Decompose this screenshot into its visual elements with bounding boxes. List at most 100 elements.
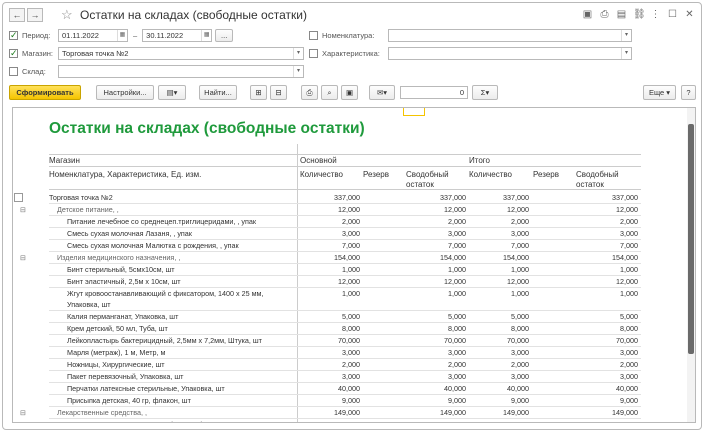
collapse-groups-icon[interactable]: ⊟ xyxy=(270,85,287,100)
item-row[interactable]: Жгут кровоостанавливающий с фиксатором, … xyxy=(13,288,641,310)
item-row[interactable]: Бинт эластичный, 2,5м х 10см, шт 12,000 12… xyxy=(13,276,641,287)
value-cell: 5,000 xyxy=(448,312,466,321)
nomenclature-cell: Бинт стерильный, 5смх10см, шт xyxy=(67,265,175,274)
sum-mode-button[interactable]: Σ▾ xyxy=(472,85,498,100)
menu-icon[interactable]: ⋮ xyxy=(650,9,661,20)
nomenclature-checkbox[interactable] xyxy=(309,31,318,40)
tree-collapse-icon[interactable]: ⊟ xyxy=(20,252,26,263)
item-row[interactable]: Присыпка детская, 40 гр, флакон, шт 9,000… xyxy=(13,395,641,406)
maximize-icon[interactable]: ☐ xyxy=(667,9,678,20)
item-row[interactable]: Пакет перевязочный, Упаковка, шт 3,000 3,0… xyxy=(13,371,641,382)
subgroup-row[interactable]: Детское питание, , 12,000 12,000 12,000 12,0… xyxy=(13,204,641,215)
item-row[interactable]: Крем детский, 50 мл, Туба, шт 8,000 8,000 8… xyxy=(13,323,641,334)
nomenclature-cell: Изделия медицинского назначения, , xyxy=(57,253,181,262)
value-cell: 9,000 xyxy=(511,396,529,405)
characteristic-checkbox[interactable] xyxy=(309,49,318,58)
save-icon[interactable]: ▣ xyxy=(341,85,358,100)
warehouse-row: Склад: ▾ xyxy=(9,65,304,78)
nomenclature-field[interactable]: ▾ xyxy=(388,29,632,42)
store-field[interactable]: Торговая точка №2 ▾ xyxy=(58,47,304,60)
preview-icon[interactable]: ⌕ xyxy=(321,85,338,100)
item-row[interactable]: Питание лечебное со среднецеп.триглицери… xyxy=(13,216,641,227)
email-icon[interactable]: ✉▾ xyxy=(369,85,395,100)
tree-collapse-icon[interactable]: ⊟ xyxy=(20,407,26,418)
expand-groups-icon[interactable]: ⊞ xyxy=(250,85,267,100)
nomenclature-cell: Смесь сухая молочная Малютка с рождения,… xyxy=(67,241,239,250)
close-icon[interactable]: ✕ xyxy=(684,9,695,20)
chevron-down-icon[interactable]: ▾ xyxy=(293,66,303,77)
value-cell: 9,000 xyxy=(448,396,466,405)
value-cell: 5,000 xyxy=(576,419,638,422)
nomenclature-cell: Калия перманганат, Упаковка, шт xyxy=(67,312,179,321)
value-cell: 154,000 xyxy=(503,253,529,262)
subgroup-row[interactable]: Лекарственные средства, , 149,000 149,000 1… xyxy=(13,407,641,418)
store-checkbox[interactable]: ✓ xyxy=(9,49,18,58)
item-row[interactable]: Перчатки латексные стерильные, Упаковка,… xyxy=(13,383,641,394)
warehouse-field[interactable]: ▾ xyxy=(58,65,304,78)
item-row[interactable]: Смесь сухая молочная Лазаня, , упак 3,000… xyxy=(13,228,641,239)
variants-button[interactable]: ▤▾ xyxy=(158,85,186,100)
period-to-field[interactable]: 30.11.2022 ▦ xyxy=(142,29,213,42)
nomenclature-cell: Аммиака раствор, 40мл, 10%, флакон, флак xyxy=(67,419,215,422)
value-cell: 1,000 xyxy=(342,289,360,298)
calendar-icon[interactable]: ▦ xyxy=(117,30,127,41)
tree-toggle-icon[interactable] xyxy=(14,193,23,202)
settings-button[interactable]: Настройки... xyxy=(96,85,154,100)
tree-collapse-icon[interactable]: ⊟ xyxy=(20,204,26,215)
back-button[interactable]: ← xyxy=(9,8,25,22)
value-cell: 149,000 xyxy=(612,408,638,417)
chevron-down-icon[interactable]: ▾ xyxy=(621,30,631,41)
item-row[interactable]: Смесь сухая молочная Малютка с рождения,… xyxy=(13,240,641,251)
group-row[interactable]: Торговая точка №2 337,000 337,000 337,000 33… xyxy=(13,192,641,203)
more-label: Еще xyxy=(648,88,665,97)
nomenclature-cell: Крем детский, 50 мл, Туба, шт xyxy=(67,324,168,333)
scrollbar-thumb[interactable] xyxy=(688,124,694,354)
subgroup-row[interactable]: Изделия медицинского назначения, , 154,00… xyxy=(13,252,641,263)
value-cell: 3,000 xyxy=(511,229,529,238)
value-cell: 2,000 xyxy=(511,360,529,369)
header-line xyxy=(49,166,641,167)
attach-icon[interactable]: ▤ xyxy=(616,9,627,20)
chevron-down-icon[interactable]: ▾ xyxy=(621,48,631,59)
item-row[interactable]: Аммиака раствор, 40мл, 10%, флакон, флак… xyxy=(13,419,641,422)
calendar-icon[interactable]: ▦ xyxy=(201,30,211,41)
characteristic-row: Характеристика: ▾ xyxy=(309,47,632,60)
favorite-star-icon[interactable]: ☆ xyxy=(61,7,73,23)
link-icon[interactable]: ⛓ xyxy=(633,9,646,20)
period-row: ✓ Период: 01.11.2022 ▦ – 30.11.2022 ▦ ..… xyxy=(9,29,234,42)
value-cell: 149,000 xyxy=(503,408,529,417)
forward-button[interactable]: → xyxy=(27,8,43,22)
find-button[interactable]: Найти... xyxy=(199,85,237,100)
item-row[interactable]: Марля (метраж), 1 м, Метр, м 3,000 3,000 3,… xyxy=(13,347,641,358)
value-cell: 5,000 xyxy=(511,312,529,321)
warehouse-label: Склад: xyxy=(22,67,46,76)
save-icon[interactable]: ▣ xyxy=(582,9,593,20)
value-cell: 12,000 xyxy=(507,205,529,214)
item-row[interactable]: Калия перманганат, Упаковка, шт 5,000 5,00… xyxy=(13,311,641,322)
item-row[interactable]: Ножницы, Хирургические, шт 2,000 2,000 2,00… xyxy=(13,359,641,370)
value-cell: 5,000 xyxy=(342,312,360,321)
item-row[interactable]: Лейкопластырь бактерицидный, 2,5мм х 7,2… xyxy=(13,335,641,346)
print-icon[interactable]: ⎙ xyxy=(301,85,318,100)
value-cell: 12,000 xyxy=(616,205,638,214)
period-checkbox[interactable]: ✓ xyxy=(9,31,18,40)
chevron-down-icon[interactable]: ▾ xyxy=(293,48,303,59)
value-cell: 1,000 xyxy=(448,265,466,274)
print-icon[interactable]: ⎙ xyxy=(599,9,610,20)
report-title: Остатки на складах (свободные остатки) xyxy=(49,120,365,137)
characteristic-field[interactable]: ▾ xyxy=(388,47,632,60)
value-cell: 8,000 xyxy=(511,324,529,333)
vertical-scrollbar[interactable] xyxy=(687,108,695,422)
warehouse-checkbox[interactable] xyxy=(9,67,18,76)
value-cell: 3,000 xyxy=(448,348,466,357)
more-button[interactable]: Еще ▾ xyxy=(643,85,676,100)
period-from-field[interactable]: 01.11.2022 ▦ xyxy=(58,29,128,42)
item-row[interactable]: Бинт стерильный, 5смх10см, шт 1,000 1,000 1… xyxy=(13,264,641,275)
help-button[interactable]: ? xyxy=(681,85,696,100)
report-spreadsheet[interactable]: Остатки на складах (свободные остатки) М… xyxy=(12,107,696,423)
value-cell: 5,000 xyxy=(620,312,638,321)
generate-button[interactable]: Сформировать xyxy=(9,85,81,100)
value-cell: 1,000 xyxy=(620,265,638,274)
value-cell: 5,000 xyxy=(300,419,360,422)
period-select-button[interactable]: ... xyxy=(215,29,234,42)
